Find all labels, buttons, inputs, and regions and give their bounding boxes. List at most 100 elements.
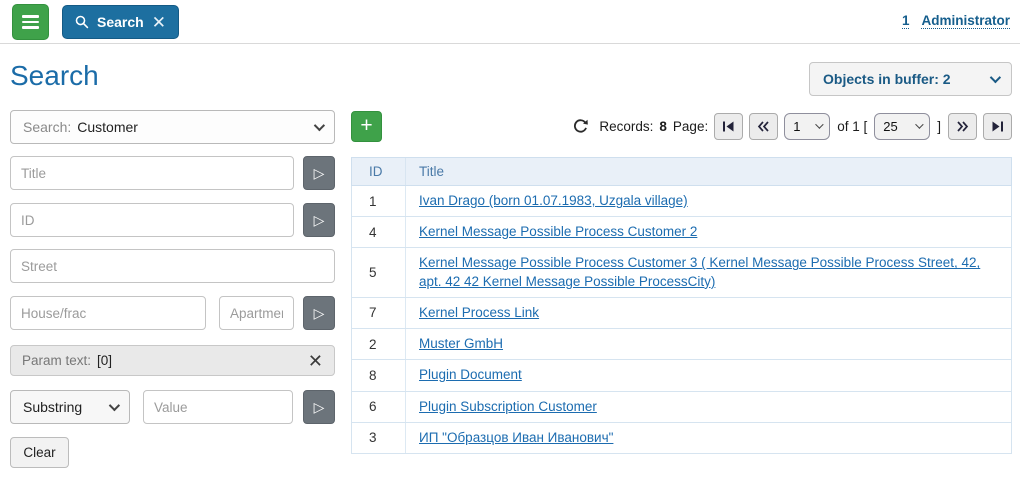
chevron-down-icon — [815, 120, 823, 128]
clear-button[interactable]: Clear — [10, 437, 69, 468]
page-size-select[interactable]: 25 — [874, 113, 930, 140]
prev-page-button[interactable] — [749, 113, 778, 140]
table-row: 3 ИП "Образцов Иван Иванович" — [351, 423, 1012, 454]
tab-label: Search — [97, 14, 144, 30]
refresh-icon[interactable] — [572, 118, 589, 135]
search-type-value: Customer — [77, 119, 138, 135]
chevron-down-icon — [314, 120, 325, 131]
last-page-icon — [991, 121, 1004, 132]
apartment-input[interactable] — [219, 296, 294, 330]
pagination-bar: Records: 8 Page: 1 of 1 [ 25 ] — [572, 111, 1012, 141]
row-title-link[interactable]: Ivan Drago (born 01.07.1983, Uzgala vill… — [419, 192, 688, 210]
chevron-down-icon — [990, 72, 1001, 83]
add-button[interactable]: + — [351, 111, 382, 142]
next-page-icon — [956, 121, 969, 132]
search-type-label: Search: — [23, 119, 71, 135]
row-id: 5 — [352, 248, 406, 296]
row-title-cell: Muster GmbH — [406, 329, 515, 359]
search-type-select[interactable]: Search: Customer — [10, 110, 335, 144]
search-icon — [75, 15, 89, 29]
row-id: 6 — [352, 392, 406, 422]
row-title-cell: Kernel Process Link — [406, 298, 551, 328]
row-title-link[interactable]: Plugin Subscription Customer — [419, 398, 597, 416]
street-input[interactable] — [10, 249, 335, 283]
row-title-cell: Kernel Message Possible Process Customer… — [406, 248, 1011, 296]
last-page-button[interactable] — [983, 113, 1012, 140]
run-icon: ▷ — [314, 305, 325, 322]
run-param-search-button[interactable]: ▷ — [303, 390, 335, 424]
substring-select[interactable]: Substring — [10, 390, 130, 424]
run-icon: ▷ — [314, 399, 325, 416]
page-size-value: 25 — [883, 119, 897, 134]
next-page-button[interactable] — [948, 113, 977, 140]
top-bar: Search ✕ 1 Administrator — [0, 0, 1020, 44]
row-id: 4 — [352, 217, 406, 247]
house-input[interactable] — [10, 296, 206, 330]
table-row: 2 Muster GmbH — [351, 329, 1012, 360]
prev-page-icon — [757, 121, 770, 132]
id-input[interactable] — [10, 203, 294, 237]
param-text-label: Param text: — [22, 353, 91, 368]
first-page-icon — [722, 121, 735, 132]
row-title-link[interactable]: Plugin Document — [419, 366, 522, 384]
row-id: 3 — [352, 423, 406, 453]
table-row: 6 Plugin Subscription Customer — [351, 392, 1012, 423]
table-row: 8 Plugin Document — [351, 360, 1012, 391]
title-input[interactable] — [10, 156, 294, 190]
table-row: 1 Ivan Drago (born 01.07.1983, Uzgala vil… — [351, 186, 1012, 217]
page-number-select[interactable]: 1 — [784, 113, 830, 140]
row-title-cell: Kernel Message Possible Process Customer… — [406, 217, 709, 247]
table-row: 7 Kernel Process Link — [351, 298, 1012, 329]
results-table: ID Title 1 Ivan Drago (born 01.07.1983, U… — [351, 157, 1012, 454]
records-label: Records: — [599, 119, 653, 134]
records-count: 8 — [659, 119, 667, 134]
tab-search[interactable]: Search ✕ — [62, 5, 179, 39]
row-title-cell: Plugin Subscription Customer — [406, 392, 609, 422]
user-name-link[interactable]: Administrator — [921, 13, 1010, 29]
run-title-search-button[interactable]: ▷ — [303, 156, 335, 190]
run-icon: ▷ — [314, 212, 325, 229]
buffer-button-label: Objects in buffer: 2 — [823, 71, 951, 87]
bracket-close-label: ] — [937, 119, 941, 134]
user-count-link[interactable]: 1 — [902, 13, 910, 29]
hamburger-icon — [22, 15, 39, 18]
table-body: 1 Ivan Drago (born 01.07.1983, Uzgala vil… — [351, 186, 1012, 454]
plus-icon: + — [360, 115, 372, 136]
chevron-down-icon — [109, 400, 120, 411]
param-text-count: [0] — [97, 353, 112, 368]
column-header-title: Title — [406, 164, 444, 179]
value-input[interactable] — [143, 390, 293, 424]
run-icon: ▷ — [314, 165, 325, 182]
row-title-cell: Ivan Drago (born 01.07.1983, Uzgala vill… — [406, 186, 700, 216]
row-id: 8 — [352, 360, 406, 390]
row-title-link[interactable]: Kernel Message Possible Process Customer… — [419, 254, 999, 290]
page-title: Search — [10, 60, 99, 92]
row-title-cell: Plugin Document — [406, 360, 534, 390]
page-number-value: 1 — [793, 119, 800, 134]
table-row: 5 Kernel Message Possible Process Custome… — [351, 248, 1012, 297]
user-links: 1 Administrator — [902, 13, 1010, 29]
substring-value: Substring — [23, 399, 82, 415]
param-text-bar: Param text: [0] ✕ — [10, 345, 335, 376]
row-title-link[interactable]: Kernel Message Possible Process Customer… — [419, 223, 697, 241]
menu-button[interactable] — [12, 4, 49, 40]
column-header-id: ID — [352, 158, 406, 185]
objects-in-buffer-button[interactable]: Objects in buffer: 2 — [809, 62, 1012, 96]
tab-close-icon[interactable]: ✕ — [152, 14, 166, 31]
row-id: 1 — [352, 186, 406, 216]
first-page-button[interactable] — [714, 113, 743, 140]
row-id: 7 — [352, 298, 406, 328]
param-close-icon[interactable]: ✕ — [308, 352, 323, 370]
row-title-link[interactable]: Kernel Process Link — [419, 304, 539, 322]
page-label: Page: — [673, 119, 708, 134]
row-id: 2 — [352, 329, 406, 359]
run-id-search-button[interactable]: ▷ — [303, 203, 335, 237]
row-title-cell: ИП "Образцов Иван Иванович" — [406, 423, 625, 453]
of-pages-label: of 1 [ — [837, 119, 867, 134]
table-row: 4 Kernel Message Possible Process Custome… — [351, 217, 1012, 248]
table-header: ID Title — [351, 157, 1012, 186]
chevron-down-icon — [915, 120, 923, 128]
row-title-link[interactable]: Muster GmbH — [419, 335, 503, 353]
row-title-link[interactable]: ИП "Образцов Иван Иванович" — [419, 429, 613, 447]
run-address-search-button[interactable]: ▷ — [303, 296, 335, 330]
